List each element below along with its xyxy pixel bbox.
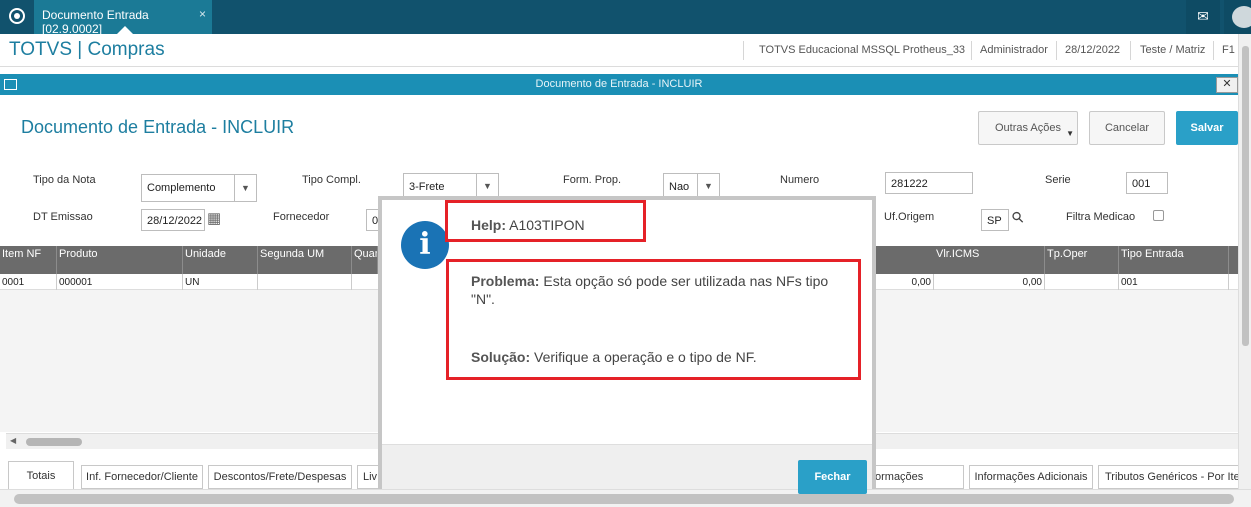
info-icon: i: [401, 221, 449, 269]
user-name[interactable]: Administrador: [980, 44, 1048, 56]
app-header: TOTVS | Compras TOTVS Educacional MSSQL …: [0, 34, 1238, 67]
calendar-icon[interactable]: ▦: [207, 210, 221, 228]
serie-input[interactable]: 001: [1126, 172, 1168, 194]
tab-informacoes-adicionais[interactable]: Informações Adicionais: [969, 465, 1093, 489]
help-label: Help:: [471, 217, 506, 233]
header-divider: [1213, 41, 1214, 60]
problem-text: Problema: Esta opção só pode ser utiliza…: [471, 272, 851, 308]
solution-description: Verifique a operação e o tipo de NF.: [534, 349, 757, 365]
header-divider: [1056, 41, 1057, 60]
tipo-compl-select[interactable]: 3-Frete ▼: [403, 173, 499, 197]
uf-origem-label: Uf.Origem: [884, 211, 935, 223]
form-prop-value: Nao: [669, 181, 690, 193]
help-code: A103TIPON: [509, 217, 585, 233]
column-header[interactable]: Produto: [57, 246, 183, 274]
numero-input[interactable]: 281222: [885, 172, 973, 194]
tab-informacoes-danfe[interactable]: ormações DANFE: [873, 465, 964, 489]
cancel-button[interactable]: Cancelar: [1089, 111, 1165, 145]
page-title: Documento de Entrada - INCLUIR: [21, 117, 295, 137]
column-header[interactable]: Item NF: [0, 246, 57, 274]
table-cell[interactable]: [1045, 274, 1119, 290]
tipo-nota-select[interactable]: Complemento ▼: [141, 174, 257, 202]
save-button[interactable]: Salvar: [1176, 111, 1238, 145]
page-vertical-scrollbar[interactable]: [1238, 34, 1251, 489]
tab-totais[interactable]: Totais: [8, 461, 74, 489]
help-shortcut[interactable]: F1: [1222, 44, 1235, 56]
scrollbar-thumb[interactable]: [14, 494, 1234, 504]
table-cell[interactable]: 0001: [0, 274, 57, 290]
table-cell[interactable]: UN: [183, 274, 258, 290]
close-dialog-button[interactable]: Fechar: [798, 460, 867, 494]
header-divider: [743, 41, 744, 60]
tab-pointer: [117, 26, 133, 34]
other-actions-button[interactable]: Outras Ações ▼: [978, 111, 1078, 145]
page-horizontal-scrollbar[interactable]: [0, 489, 1251, 507]
chevron-down-icon: ▼: [476, 174, 498, 196]
solution-text: Solução: Verifique a operação e o tipo d…: [471, 348, 851, 366]
header-divider: [1130, 41, 1131, 60]
scrollbar-thumb[interactable]: [26, 438, 82, 446]
other-actions-label: Outras Ações: [994, 122, 1062, 134]
column-header[interactable]: Quan: [352, 246, 378, 274]
branch-label[interactable]: Teste / Matriz: [1140, 44, 1205, 56]
column-header[interactable]: Tp.Oper: [1045, 246, 1119, 274]
table-cell[interactable]: 001: [1119, 274, 1229, 290]
serie-label: Serie: [1045, 174, 1071, 186]
table-cell[interactable]: [258, 274, 352, 290]
form-prop-select[interactable]: Nao ▼: [663, 173, 720, 197]
column-header[interactable]: Vlr.ICMS: [934, 246, 1045, 274]
window-icon: [4, 79, 17, 90]
window-title-bar: Documento de Entrada - INCLUIR: [0, 74, 1238, 95]
tab-descontos[interactable]: Descontos/Frete/Despesas: [208, 465, 352, 489]
table-cell[interactable]: 000001: [57, 274, 183, 290]
tipo-nota-value: Complemento: [147, 182, 216, 194]
table-cell[interactable]: 0,00: [934, 274, 1045, 290]
dt-emissao-input[interactable]: 28/12/2022: [141, 209, 205, 231]
form-prop-label: Form. Prop.: [563, 174, 622, 186]
column-header[interactable]: Segunda UM: [258, 246, 352, 274]
chevron-down-icon: ▼: [234, 175, 256, 201]
column-header[interactable]: Tipo Entrada: [1119, 246, 1229, 274]
numero-label: Numero: [780, 174, 820, 186]
tab-tributos-genericos[interactable]: Tributos Genéricos - Por Ite: [1098, 465, 1238, 489]
search-icon[interactable]: ⚲: [1008, 208, 1029, 229]
user-avatar[interactable]: [1224, 0, 1251, 34]
scroll-left-icon[interactable]: ◀: [10, 436, 16, 445]
tab-close-icon[interactable]: ×: [199, 7, 206, 21]
filtra-medicao-checkbox[interactable]: [1153, 210, 1164, 221]
table-cell[interactable]: 0,00: [876, 274, 934, 290]
chevron-down-icon: ▼: [697, 174, 719, 196]
system-date[interactable]: 28/12/2022: [1065, 44, 1120, 56]
column-header[interactable]: Unidade: [183, 246, 258, 274]
tab-inf-fornecedor[interactable]: Inf. Fornecedor/Cliente: [81, 465, 203, 489]
tipo-compl-label: Tipo Compl.: [302, 174, 361, 186]
problem-label: Problema:: [471, 273, 540, 289]
tipo-nota-label: Tipo da Nota: [33, 174, 96, 186]
chevron-down-icon: ▼: [1066, 129, 1074, 138]
totvs-logo-icon[interactable]: [9, 8, 25, 24]
solution-label: Solução:: [471, 349, 531, 365]
window-close-icon[interactable]: ✕: [1216, 77, 1238, 93]
mail-icon[interactable]: ✉: [1186, 0, 1220, 34]
uf-origem-input[interactable]: SP: [981, 209, 1009, 231]
app-title: TOTVS | Compras: [9, 39, 165, 60]
dt-emissao-label: DT Emissao: [33, 211, 93, 223]
scrollbar-thumb[interactable]: [1242, 46, 1249, 346]
tipo-compl-value: 3-Frete: [409, 181, 445, 193]
help-title: Help: A103TIPON: [471, 216, 585, 234]
fornecedor-label: Fornecedor: [273, 211, 330, 223]
header-divider: [971, 41, 972, 60]
environment-label[interactable]: TOTVS Educacional MSSQL Protheus_33: [759, 44, 965, 56]
filtra-medicao-label: Filtra Medicao: [1066, 211, 1136, 223]
